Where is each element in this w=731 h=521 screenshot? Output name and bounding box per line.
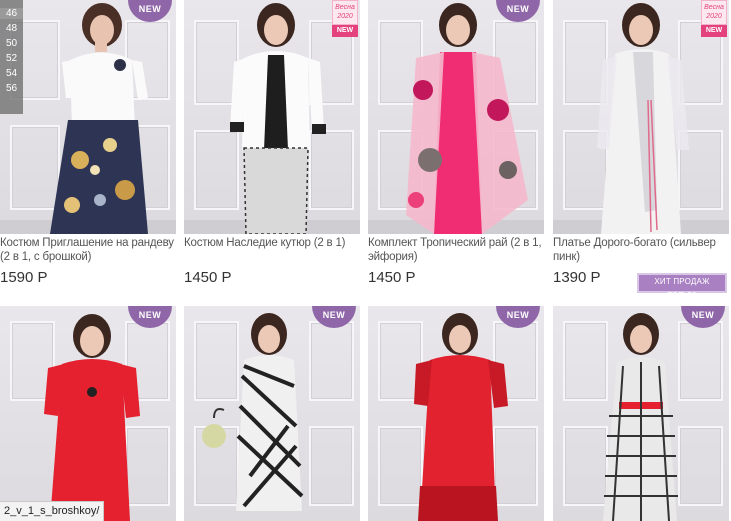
product-card[interactable]: NEW: [0, 306, 176, 521]
product-price: 1450 Р: [184, 269, 232, 286]
spring-badge: Весна 2020 NEW: [701, 0, 727, 37]
size-option[interactable]: 48: [6, 23, 17, 34]
size-option[interactable]: 56: [6, 83, 17, 94]
product-name[interactable]: Костюм Приглашение на рандеву (2 в 1, с …: [0, 236, 176, 264]
bestseller-badge: ХИТ ПРОДАЖ ТОП-50: [637, 273, 727, 300]
product-price: 1450 Р: [368, 269, 416, 286]
product-photo[interactable]: NEW: [184, 306, 360, 521]
product-photo[interactable]: 46 48 50 52 54 56 NEW: [0, 0, 176, 234]
product-price: 1590 Р: [0, 269, 48, 286]
model-image: [414, 313, 508, 521]
product-name[interactable]: Костюм Наследие кутюр (2 в 1): [184, 236, 360, 264]
product-card[interactable]: Весна 2020 NEW Костюм Наследие кутюр (2 …: [184, 0, 360, 286]
model-image: [44, 314, 140, 521]
size-option[interactable]: 50: [6, 38, 17, 49]
product-card[interactable]: 46 48 50 52 54 56 NEW Костюм Приглашение…: [0, 0, 176, 286]
product-card[interactable]: NEW Комплект Тропический рай (2 в 1, эйф…: [368, 0, 544, 286]
model-image: [603, 313, 678, 521]
product-name[interactable]: Комплект Тропический рай (2 в 1, эйфория…: [368, 236, 544, 264]
product-photo[interactable]: NEW: [368, 306, 544, 521]
product-card[interactable]: NEW: [368, 306, 544, 521]
status-bar-url: 2_v_1_s_broshkoy/: [0, 501, 105, 521]
model-image: [406, 3, 528, 234]
model-image: [50, 3, 148, 234]
product-card[interactable]: NEW: [553, 306, 729, 521]
size-option[interactable]: 54: [6, 68, 17, 79]
product-photo[interactable]: NEW: [0, 306, 176, 521]
model-image: [202, 313, 304, 511]
size-selector[interactable]: 46 48 50 52 54 56: [0, 0, 23, 114]
product-card[interactable]: NEW: [184, 306, 360, 521]
product-name[interactable]: Платье Дорого-богато (сильвер пинк): [553, 236, 729, 264]
size-option[interactable]: 46: [0, 8, 23, 19]
product-photo[interactable]: NEW: [368, 0, 544, 234]
product-card[interactable]: Весна 2020 NEW Платье Дорого-богато (сил…: [553, 0, 729, 286]
product-photo[interactable]: Весна 2020 NEW: [553, 0, 729, 234]
size-option[interactable]: 52: [6, 53, 17, 64]
product-photo[interactable]: Весна 2020 NEW: [184, 0, 360, 234]
spring-badge: Весна 2020 NEW: [332, 0, 358, 37]
product-photo[interactable]: NEW: [553, 306, 729, 521]
product-grid: 46 48 50 52 54 56 NEW Костюм Приглашение…: [0, 0, 731, 521]
